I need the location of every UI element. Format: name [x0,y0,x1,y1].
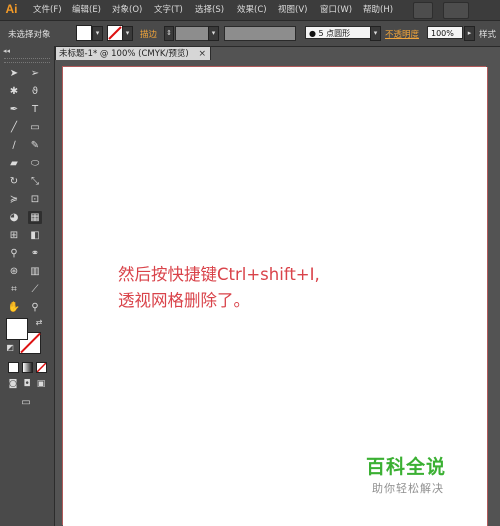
app-logo: Ai [5,2,18,16]
draw-normal-icon[interactable]: ◙ [6,378,20,391]
menu-file[interactable]: 文件(F) [33,3,62,15]
instruction-caption: 然后按快捷键Ctrl+shift+I, 透视网格删除了。 [118,262,320,314]
draw-inside-icon[interactable]: ▣ [34,378,48,391]
watermark-logo: 百科全说 [366,456,447,478]
zoom-tool-icon[interactable]: ⚲ [28,301,42,314]
default-fill-stroke-icon[interactable]: ◩ [3,341,17,354]
brush-definition-label: 5 点圆形 [318,29,351,38]
selection-status: 未选择对象 [8,30,51,40]
swap-fill-stroke-icon[interactable]: ⇄ [32,316,46,329]
menu-select[interactable]: 选择(S) [195,3,224,15]
panel-grip[interactable] [4,58,50,63]
style-label[interactable]: 样式 [479,28,496,40]
caption-line-1: 然后按快捷键Ctrl+shift+I, [118,265,320,284]
variable-width-profile[interactable] [224,26,296,41]
bridge-button[interactable] [413,2,433,19]
opacity-label[interactable]: 不透明度 [385,28,419,40]
stroke-weight-stepper[interactable]: ⇕ [164,26,174,41]
direct-selection-tool-icon[interactable]: ➢ [28,67,42,80]
free-transform-tool-icon[interactable]: ⊡ [28,193,42,206]
fill-dropdown[interactable]: ▾ [92,26,103,41]
scale-tool-icon[interactable]: ⤡ [28,175,42,188]
stroke-dropdown[interactable]: ▾ [122,26,133,41]
gradient-mode-icon[interactable] [22,362,33,373]
slice-tool-icon[interactable]: ⟋ [28,283,42,296]
pen-tool-icon[interactable]: ✒ [7,103,21,116]
blob-brush-tool-icon[interactable]: ▰ [7,157,21,170]
brush-dropdown[interactable]: ▾ [370,26,381,41]
eyedropper-tool-icon[interactable]: ⚲ [7,247,21,260]
magic-wand-tool-icon[interactable]: ✱ [7,85,21,98]
gradient-tool-icon[interactable]: ◧ [28,229,42,242]
line-tool-icon[interactable]: ╱ [7,121,21,134]
type-tool-icon[interactable]: T [28,103,42,116]
menu-object[interactable]: 对象(O) [112,3,142,15]
rotate-tool-icon[interactable]: ↻ [7,175,21,188]
selection-tool-icon[interactable]: ➤ [7,67,21,80]
arrange-documents-button[interactable] [443,2,469,19]
menu-effect[interactable]: 效果(C) [237,3,267,15]
perspective-grid-tool-icon[interactable]: ▦ [28,211,42,224]
menu-view[interactable]: 视图(V) [278,3,307,15]
document-tab[interactable]: 未标题-1* @ 100% (CMYK/预览) × [55,46,211,60]
mesh-tool-icon[interactable]: ⊞ [7,229,21,242]
document-tab-title: 未标题-1* @ 100% (CMYK/预览) [59,49,189,59]
opacity-field[interactable]: 100% [427,26,463,39]
control-panel: 未选择对象 ▾ ▾ 描边 ⇕ ▾ ● 5 点圆形 ▾ 不透明度 100% ▸ 样… [0,21,500,47]
screen-mode-icon[interactable]: ▭ [17,396,35,409]
pencil-tool-icon[interactable]: ✎ [28,139,42,152]
none-stroke-icon [108,26,122,40]
stroke-color-swatch[interactable] [107,25,123,41]
lasso-tool-icon[interactable]: ϑ [28,85,42,98]
none-slash-icon [36,362,47,373]
stroke-label[interactable]: 描边 [140,28,157,40]
rectangle-tool-icon[interactable]: ▭ [28,121,42,134]
fill-swatch[interactable] [6,318,28,340]
watermark-subtitle: 助你轻松解决 [372,482,444,495]
stroke-weight-field[interactable] [175,26,209,41]
shape-builder-tool-icon[interactable]: ◕ [7,211,21,224]
paintbrush-tool-icon[interactable]: ∕ [7,139,21,152]
width-tool-icon[interactable]: ≽ [7,193,21,206]
color-mode-icon[interactable] [8,362,19,373]
eraser-tool-icon[interactable]: ⬭ [28,157,42,170]
brush-definition-field[interactable]: ● 5 点圆形 [305,26,375,39]
hand-tool-icon[interactable]: ✋ [7,301,21,314]
column-graph-tool-icon[interactable]: ▥ [28,265,42,278]
artboard-tool-icon[interactable]: ⌗ [7,283,21,296]
draw-behind-icon[interactable]: ◘ [20,378,34,391]
brush-dot-icon: ● [309,29,319,38]
opacity-dropdown[interactable]: ▸ [464,26,475,41]
collapse-panel-icon[interactable]: ◂◂ [3,47,10,55]
fill-color-swatch[interactable] [76,25,92,41]
none-mode-icon[interactable] [36,362,47,373]
menu-edit[interactable]: 编辑(E) [72,3,101,15]
menu-window[interactable]: 窗口(W) [320,3,352,15]
menu-help[interactable]: 帮助(H) [363,3,393,15]
menu-type[interactable]: 文字(T) [154,3,183,15]
symbol-sprayer-tool-icon[interactable]: ⊛ [7,265,21,278]
blend-tool-icon[interactable]: ⚭ [28,247,42,260]
menu-bar: Ai 文件(F) 编辑(E) 对象(O) 文字(T) 选择(S) 效果(C) 视… [0,0,500,21]
close-tab-icon[interactable]: × [198,47,206,61]
caption-line-2: 透视网格删除了。 [118,291,250,310]
stroke-weight-dropdown[interactable]: ▾ [208,26,219,41]
